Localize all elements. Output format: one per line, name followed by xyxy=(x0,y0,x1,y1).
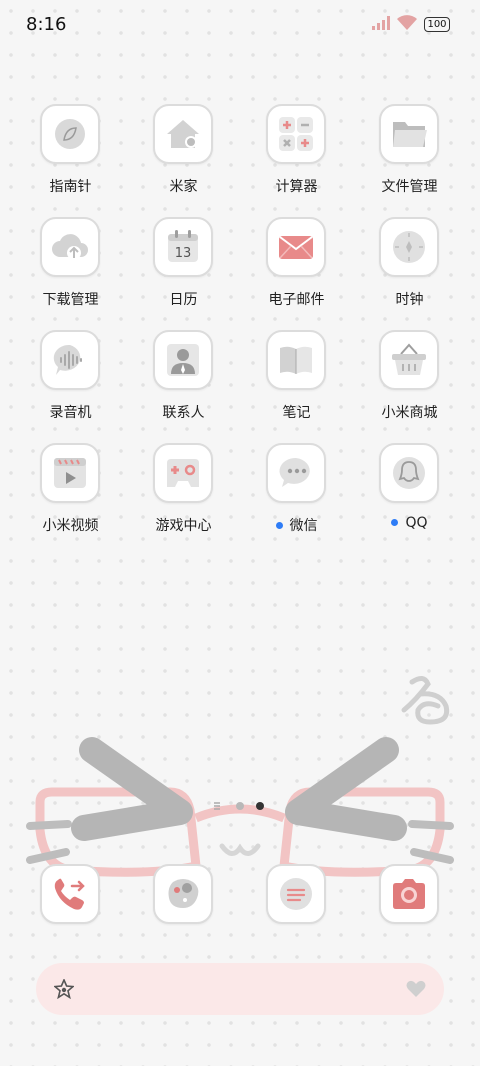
dock-phone[interactable] xyxy=(14,864,127,964)
shopping-basket-icon xyxy=(392,343,426,375)
dock-camera[interactable] xyxy=(353,864,466,964)
mi-home-icon xyxy=(167,120,199,148)
qq-penguin-icon xyxy=(393,457,425,489)
star-icon[interactable] xyxy=(54,979,74,999)
folder-icon xyxy=(393,122,427,147)
compass-icon xyxy=(55,119,85,149)
app-email[interactable]: 电子邮件 xyxy=(240,217,353,317)
app-label: 指南针 xyxy=(49,179,92,195)
app-label: 微信 xyxy=(240,515,353,535)
new-indicator-dot xyxy=(275,521,283,529)
wifi-icon xyxy=(397,15,417,30)
app-file-manager[interactable]: 文件管理 xyxy=(353,104,466,204)
video-player-icon xyxy=(54,458,86,488)
dock-gallery[interactable] xyxy=(127,864,240,964)
app-recorder[interactable]: 录音机 xyxy=(14,330,127,430)
messages-icon xyxy=(280,878,312,910)
app-calendar[interactable]: 13 日历 xyxy=(127,217,240,317)
clock-icon xyxy=(393,231,425,263)
dock xyxy=(0,864,480,928)
app-label: 电子邮件 xyxy=(268,292,325,308)
calculator-icon xyxy=(279,117,313,151)
app-label: QQ xyxy=(353,515,466,531)
heart-icon[interactable] xyxy=(406,980,426,998)
app-calculator[interactable]: 计算器 xyxy=(240,104,353,204)
app-label: 联系人 xyxy=(162,405,205,421)
signal-icon xyxy=(372,16,390,30)
app-compass[interactable]: 指南针 xyxy=(14,104,127,204)
app-notes[interactable]: 笔记 xyxy=(240,330,353,430)
app-label: 计算器 xyxy=(275,179,318,195)
app-mi-home[interactable]: 米家 xyxy=(127,104,240,204)
app-qq[interactable]: QQ xyxy=(353,443,466,543)
dock-messages[interactable] xyxy=(240,864,353,964)
mail-icon xyxy=(279,236,313,259)
app-label: 笔记 xyxy=(282,405,311,421)
app-game-center[interactable]: 游戏中心 xyxy=(127,443,240,543)
notes-icon xyxy=(280,346,312,374)
app-label: 时钟 xyxy=(395,292,424,308)
calendar-day: 13 xyxy=(175,246,192,261)
app-wechat[interactable]: 微信 xyxy=(240,443,353,543)
app-label: 小米商城 xyxy=(381,405,438,421)
app-label: 录音机 xyxy=(49,405,92,421)
app-label: 文件管理 xyxy=(381,179,438,195)
app-label: 游戏中心 xyxy=(155,518,212,534)
search-bar[interactable] xyxy=(36,963,444,1015)
app-label: 小米视频 xyxy=(42,518,99,534)
status-bar: 8:16 100 xyxy=(0,0,480,48)
wechat-icon xyxy=(279,457,310,487)
calendar-icon: 13 xyxy=(168,230,198,262)
gallery-icon xyxy=(168,879,199,908)
app-label: 日历 xyxy=(169,292,198,308)
camera-icon xyxy=(393,879,425,909)
gamepad-icon xyxy=(167,459,199,487)
app-mi-store[interactable]: 小米商城 xyxy=(353,330,466,430)
voice-recorder-icon xyxy=(53,344,82,375)
app-label: 米家 xyxy=(169,179,198,195)
page-indicator[interactable] xyxy=(212,797,272,810)
page-indicator-dots xyxy=(214,802,264,810)
app-clock[interactable]: 时钟 xyxy=(353,217,466,317)
contacts-icon xyxy=(167,344,199,376)
status-time: 8:16 xyxy=(26,14,67,35)
app-mi-video[interactable]: 小米视频 xyxy=(14,443,127,543)
app-label: 下载管理 xyxy=(42,292,99,308)
app-contacts[interactable]: 联系人 xyxy=(127,330,240,430)
wallpaper-face-decoration xyxy=(26,676,454,877)
app-download-manager[interactable]: 下载管理 xyxy=(14,217,127,317)
new-indicator-dot xyxy=(391,518,399,526)
phone-icon xyxy=(54,878,85,910)
cloud-download-icon xyxy=(52,234,88,260)
battery-indicator: 100 xyxy=(424,17,450,32)
